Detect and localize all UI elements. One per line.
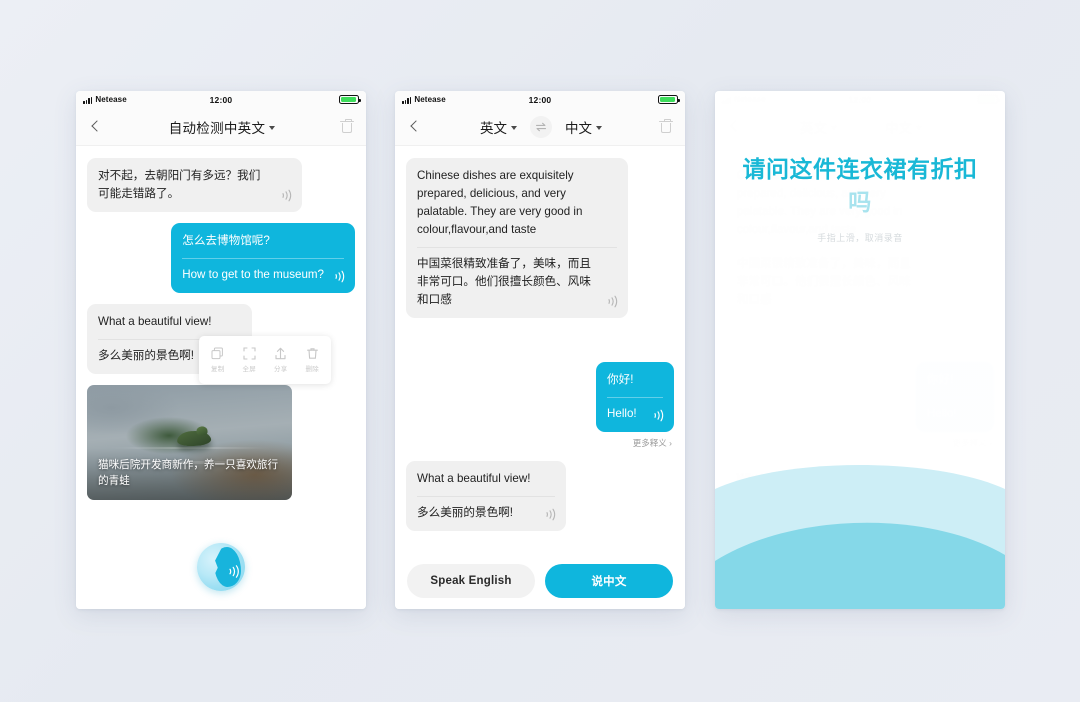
status-bar: Netease 12:00: [395, 91, 685, 108]
status-bar-time: 12:00: [209, 94, 233, 105]
context-menu-item-delete[interactable]: 删除: [297, 347, 327, 373]
recording-hint-text: 手指上滑，取消录音: [817, 233, 903, 243]
trash-icon: [340, 118, 354, 123]
message-text-primary: 怎么去博物馆呢?: [182, 233, 270, 247]
screenshot-stage: Netease 12:00 自动检测中英文 对不起，去朝阳门有多远？我们可能走错…: [0, 0, 1080, 702]
speaker-icon[interactable]: [651, 409, 665, 422]
image-message-row: 猫咪后院开发商新作，养一只喜欢旅行的青蛙: [87, 384, 355, 500]
sound-wave-icon: [229, 565, 239, 583]
message-row: 对不起，去朝阳门有多远？我们可能走错路了。: [87, 158, 355, 212]
message-bubble[interactable]: 怎么去博物馆呢? How to get to the museum?: [171, 222, 355, 293]
status-bar: Netease 12:00: [76, 91, 366, 108]
recognized-speech-confirmed: 请问这件连衣裙有折扣: [742, 156, 978, 182]
chevron-down-icon: [596, 125, 602, 130]
context-menu-item-share[interactable]: 分享: [266, 347, 296, 373]
clear-history-button[interactable]: [340, 118, 354, 135]
more-definitions-link[interactable]: 更多释义 ›: [406, 437, 672, 449]
wave-shapes: [715, 465, 1005, 609]
message-context-menu: 复制 全屏 分享 删除: [199, 336, 331, 384]
bubble-divider: [182, 257, 344, 259]
copy-icon: [211, 347, 224, 360]
message-row: Chinese dishes are exquisitely prepared,…: [406, 158, 674, 318]
speak-english-button[interactable]: Speak English: [407, 564, 535, 598]
swap-languages-button[interactable]: [530, 115, 552, 138]
trash-icon: [306, 347, 319, 360]
phone-mockup-2: Netease 12:00 英文 中文 Chinese dishes are e…: [395, 91, 685, 609]
voice-record-button[interactable]: [197, 543, 245, 591]
target-language-selector[interactable]: 中文: [565, 117, 602, 137]
clear-history-button[interactable]: [659, 118, 673, 135]
message-text-primary: Chinese dishes are exquisitely prepared,…: [417, 169, 583, 236]
bubble-divider: [417, 246, 617, 248]
phone-mockup-3: Netease 12:00 英文 中文: [715, 91, 1005, 609]
message-text-primary: What a beautiful view!: [417, 471, 531, 485]
status-bar-right: [339, 95, 361, 104]
language-pair-selector: 英文 中文: [423, 115, 659, 138]
message-bubble[interactable]: 对不起，去朝阳门有多远？我们可能走错路了。: [87, 158, 302, 212]
nav-bar-2: 英文 中文: [395, 108, 685, 146]
bubble-divider: [417, 495, 555, 497]
source-language-selector[interactable]: 英文: [480, 117, 517, 137]
target-language-label: 中文: [565, 120, 592, 136]
status-bar-right: [658, 95, 680, 104]
recognized-speech-text: 请问这件连衣裙有折扣吗: [739, 153, 981, 220]
message-row: 你好! Hello!: [406, 361, 674, 432]
message-text-primary: What a beautiful view!: [98, 314, 212, 328]
speaker-icon[interactable]: [543, 508, 557, 521]
speak-chinese-button[interactable]: 说中文: [545, 564, 673, 598]
context-menu-label: 全屏: [242, 366, 256, 373]
context-menu-label: 复制: [211, 366, 225, 373]
speak-controls: Speak English 说中文: [395, 553, 685, 609]
back-button[interactable]: [88, 119, 104, 135]
message-bubble[interactable]: Chinese dishes are exquisitely prepared,…: [406, 158, 628, 318]
phone-mockup-1: Netease 12:00 自动检测中英文 对不起，去朝阳门有多远？我们可能走错…: [76, 91, 366, 609]
message-text-primary: 你好!: [607, 372, 634, 386]
image-card-caption: 猫咪后院开发商新作，养一只喜欢旅行的青蛙: [87, 448, 292, 500]
fullscreen-icon: [243, 347, 256, 360]
message-text-translation: 中国菜很精致准备了，美味，而且非常可口。他们很擅长颜色、风味和口感: [417, 256, 591, 306]
battery-icon: [339, 95, 361, 104]
context-menu-item-copy[interactable]: 复制: [203, 347, 233, 373]
chat-area-2: Chinese dishes are exquisitely prepared,…: [395, 146, 685, 553]
image-card[interactable]: 猫咪后院开发商新作，养一只喜欢旅行的青蛙: [87, 384, 292, 500]
status-bar-time: 12:00: [528, 94, 552, 105]
recognized-speech-pending: 吗: [848, 189, 872, 216]
mic-button-container: [76, 543, 366, 591]
source-language-label: 英文: [480, 120, 507, 136]
share-icon: [274, 347, 287, 360]
message-text-translation: How to get to the museum?: [182, 267, 324, 281]
recording-wave-animation: [715, 449, 1005, 609]
message-text-primary: 对不起，去朝阳门有多远？我们可能走错路了。: [98, 169, 261, 200]
swap-horizontal-icon: [535, 122, 547, 131]
trash-icon: [659, 118, 673, 123]
language-mode-selector[interactable]: 自动检测中英文: [104, 117, 340, 137]
message-row: What a beautiful view! 多么美丽的景色啊!: [406, 460, 674, 531]
chevron-down-icon: [269, 125, 276, 130]
nav-bar-1: 自动检测中英文: [76, 108, 366, 146]
speaker-icon[interactable]: [605, 295, 619, 308]
message-bubble[interactable]: What a beautiful view! 多么美丽的景色啊!: [406, 460, 566, 531]
context-menu-label: 删除: [305, 366, 319, 373]
speaker-icon[interactable]: [279, 189, 293, 202]
message-row: 怎么去博物馆呢? How to get to the museum?: [87, 222, 355, 293]
chevron-down-icon: [511, 125, 517, 130]
nav-title-label: 自动检测中英文: [168, 120, 266, 136]
context-menu-label: 分享: [274, 366, 288, 373]
frog-subject: [176, 429, 212, 447]
chat-area-1: 对不起，去朝阳门有多远？我们可能走错路了。 怎么去博物馆呢? How to ge…: [76, 146, 366, 609]
battery-icon: [658, 95, 680, 104]
context-menu-item-fullscreen[interactable]: 全屏: [234, 347, 264, 373]
message-text-translation: 多么美丽的景色啊!: [417, 505, 513, 519]
bubble-divider: [607, 396, 663, 398]
speaker-icon[interactable]: [332, 270, 346, 283]
message-bubble[interactable]: 你好! Hello!: [596, 361, 674, 432]
back-button[interactable]: [407, 119, 423, 135]
